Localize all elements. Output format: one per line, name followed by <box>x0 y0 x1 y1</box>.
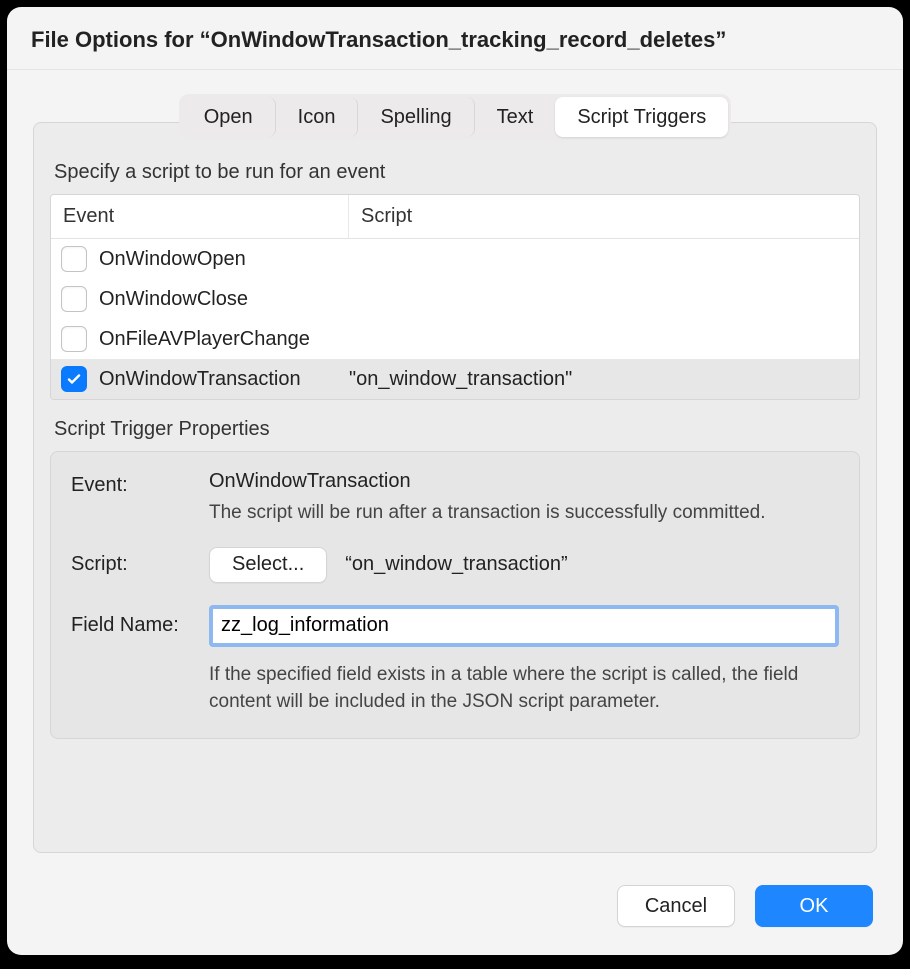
event-name: OnWindowOpen <box>99 248 349 271</box>
script-property-row: Script: Select... “on_window_transaction… <box>71 547 839 583</box>
event-name: OnWindowTransaction <box>99 368 349 391</box>
select-script-button[interactable]: Select... <box>209 547 327 583</box>
event-value: OnWindowTransaction <box>209 470 839 493</box>
field-help-row: If the specified field exists in a table… <box>71 659 839 716</box>
file-options-dialog: File Options for “OnWindowTransaction_tr… <box>7 7 903 955</box>
table-header: Event Script <box>51 195 859 239</box>
properties-heading: Script Trigger Properties <box>54 418 856 441</box>
tab-spelling[interactable]: Spelling <box>358 97 474 137</box>
ok-button[interactable]: OK <box>755 885 873 927</box>
field-help-text: If the specified field exists in a table… <box>209 661 839 716</box>
field-name-input[interactable] <box>209 605 839 647</box>
triggers-table: Event Script OnWindowOpen <box>50 194 860 400</box>
event-name: OnWindowClose <box>99 288 349 311</box>
table-body: OnWindowOpen OnWindowClose <box>51 239 859 399</box>
instruction-label: Specify a script to be run for an event <box>54 161 856 184</box>
event-script: "on_window_transaction" <box>349 368 572 391</box>
event-label: Event: <box>71 470 209 497</box>
check-icon <box>66 371 82 387</box>
row-checkbox[interactable] <box>61 326 87 352</box>
tab-icon[interactable]: Icon <box>276 97 359 137</box>
event-name: OnFileAVPlayerChange <box>99 328 349 351</box>
dialog-footer: Cancel OK <box>7 863 903 955</box>
tab-script-triggers[interactable]: Script Triggers <box>555 97 728 137</box>
table-row[interactable]: OnFileAVPlayerChange <box>51 319 859 359</box>
selected-script-name: “on_window_transaction” <box>345 553 567 576</box>
table-row[interactable]: OnWindowOpen <box>51 239 859 279</box>
tab-open[interactable]: Open <box>182 97 276 137</box>
column-header-event[interactable]: Event <box>51 195 349 238</box>
column-header-script[interactable]: Script <box>349 205 859 228</box>
script-triggers-panel: Specify a script to be run for an event … <box>33 122 877 853</box>
event-help-text: The script will be run after a transacti… <box>209 499 839 527</box>
field-name-row: Field Name: <box>71 605 839 647</box>
window-title: File Options for “OnWindowTransaction_tr… <box>7 7 903 70</box>
table-row[interactable]: OnWindowClose <box>51 279 859 319</box>
event-property-row: Event: OnWindowTransaction The script wi… <box>71 470 839 527</box>
row-checkbox[interactable] <box>61 246 87 272</box>
row-checkbox[interactable] <box>61 366 87 392</box>
table-row[interactable]: OnWindowTransaction "on_window_transacti… <box>51 359 859 399</box>
row-checkbox[interactable] <box>61 286 87 312</box>
tab-text[interactable]: Text <box>475 97 556 137</box>
cancel-button[interactable]: Cancel <box>617 885 735 927</box>
properties-box: Event: OnWindowTransaction The script wi… <box>50 451 860 739</box>
dialog-content: Open Icon Spelling Text Script Triggers … <box>7 70 903 863</box>
script-label: Script: <box>71 553 209 576</box>
field-name-label: Field Name: <box>71 614 209 637</box>
tab-bar: Open Icon Spelling Text Script Triggers <box>179 94 732 140</box>
